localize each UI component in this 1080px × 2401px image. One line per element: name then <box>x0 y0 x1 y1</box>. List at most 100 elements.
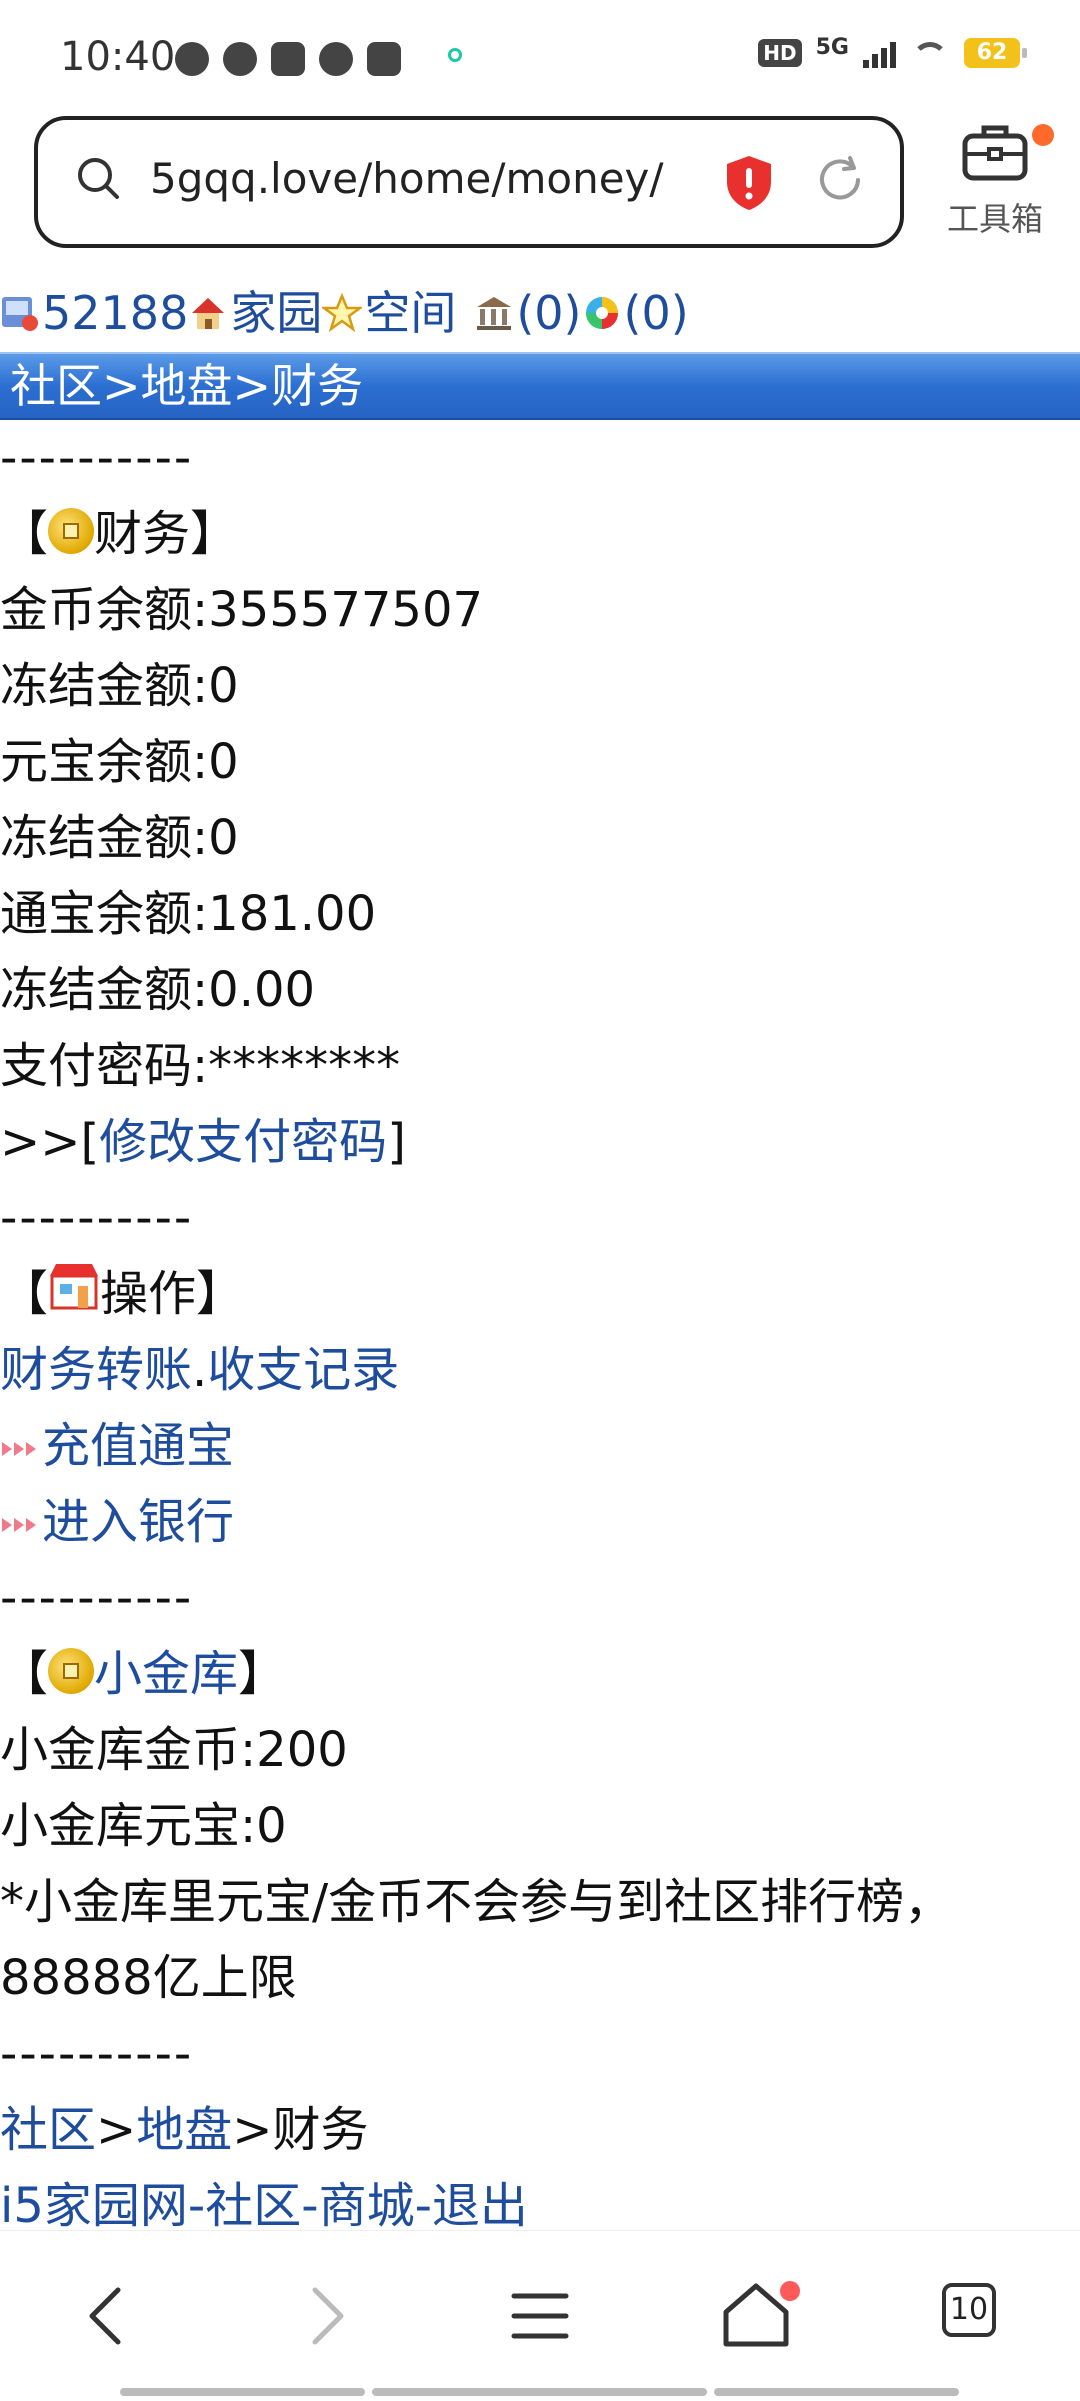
gesture-bar <box>372 2388 707 2396</box>
divider: ---------- <box>0 430 194 486</box>
ingot-balance: 元宝余额:0 <box>0 734 239 790</box>
forward-icon[interactable] <box>285 2276 365 2356</box>
ingot-frozen: 冻结金额:0 <box>0 810 239 866</box>
community-link[interactable]: 社区 <box>205 2178 301 2234</box>
wifi-icon <box>910 38 950 68</box>
refresh-icon[interactable] <box>814 154 866 206</box>
gold-balance: 金币余额:355577507 <box>0 582 484 638</box>
link-sep: - <box>301 2178 319 2234</box>
signal-icon <box>863 38 896 68</box>
change-password-row: >>[修改支付密码] <box>0 1104 1080 1180</box>
triple-arrow-icon <box>2 1442 36 1456</box>
bank-row: 进入银行 <box>0 1484 1080 1560</box>
shop-icon <box>50 1264 99 1310</box>
search-icon <box>78 158 119 199</box>
recharge-link[interactable]: 充值通宝 <box>42 1418 234 1474</box>
back-icon[interactable] <box>68 2276 148 2356</box>
browser-notification-icon <box>448 48 462 62</box>
crumb-community-link[interactable]: 社区 <box>0 2102 96 2158</box>
toolbox-label: 工具箱 <box>946 200 1043 238</box>
change-password-link[interactable]: 修改支付密码 <box>99 1114 387 1170</box>
vault-note: *小金库里元宝/金币不会参与到社区排行榜， <box>0 1874 953 1930</box>
home-icon <box>192 298 225 329</box>
vault-link[interactable]: 小金库 <box>94 1646 238 1702</box>
star-icon <box>322 293 363 333</box>
security-warning-icon[interactable] <box>724 154 774 212</box>
operations-title: 操作 <box>100 1266 197 1322</box>
bracket-close: 】 <box>196 1266 245 1322</box>
records-link[interactable]: 收支记录 <box>207 1342 399 1398</box>
gesture-bar <box>120 2388 365 2396</box>
url-text[interactable]: 5gqq.love/home/money/ <box>150 154 664 203</box>
change-prefix: >>[ <box>0 1114 100 1170</box>
home-badge <box>780 2281 800 2301</box>
site-home-link[interactable]: i5家园网 <box>0 2178 188 2234</box>
divider: ---------- <box>0 1570 194 1626</box>
vault-limit: 88888亿上限 <box>0 1950 297 2006</box>
page-content: 52188 家园 空间 (0) (0) 社区>地盘>财务 ---------- … <box>0 278 1080 2244</box>
crumb-sep: > <box>232 2102 273 2158</box>
user-id-link[interactable]: 52188 <box>42 278 188 348</box>
toolbox-icon <box>962 125 1028 181</box>
recharge-row: 充值通宝 <box>0 1408 1080 1484</box>
gesture-bar <box>714 2388 959 2396</box>
hd-icon: HD <box>758 39 802 67</box>
coin-icon <box>48 508 95 554</box>
tongbao-balance: 通宝余额:181.00 <box>0 886 377 942</box>
battery-icon: 62 <box>964 38 1027 68</box>
finance-heading: 【财务】 <box>0 496 1080 572</box>
network-type: 5G <box>815 34 849 60</box>
bracket-open: 【 <box>0 1646 49 1702</box>
logout-link[interactable]: 退出 <box>432 2178 528 2234</box>
finance-title: 财务 <box>94 506 191 562</box>
home-link[interactable]: 家园 <box>230 278 322 348</box>
crumb-sep: > <box>96 2102 137 2158</box>
bank-count-link[interactable]: (0) <box>516 278 581 348</box>
breadcrumb-bar: 社区>地盘>财务 <box>0 352 1080 420</box>
transfer-row: 财务转账.收支记录 <box>0 1332 1080 1408</box>
message-count-link[interactable]: (0) <box>624 278 689 348</box>
crumb-current: 财务 <box>272 2102 369 2158</box>
vault-ingots: 小金库元宝:0 <box>0 1798 287 1854</box>
operations-heading: 【 操作】 <box>0 1256 1080 1332</box>
bracket-open: 【 <box>0 506 49 562</box>
tabs-button[interactable]: 10 <box>942 2283 996 2337</box>
vault-heading: 【小金库】 <box>0 1636 1080 1712</box>
weibo-icon <box>319 42 353 76</box>
colorwheel-icon <box>585 297 618 329</box>
address-bar[interactable]: 5gqq.love/home/money/ <box>34 116 904 248</box>
gold-frozen: 冻结金额:0 <box>0 658 239 714</box>
menu-icon[interactable] <box>500 2276 580 2356</box>
space-link[interactable]: 空间 <box>364 278 456 348</box>
dot-separator: . <box>192 1342 208 1398</box>
toolbox-badge <box>1032 124 1054 146</box>
footer-breadcrumb: 社区>地盘>财务 <box>0 2092 1080 2168</box>
link-sep: - <box>414 2178 432 2234</box>
link-sep: - <box>187 2178 206 2234</box>
divider: ---------- <box>0 1190 194 1246</box>
gallery-icon <box>271 42 305 76</box>
bank-icon <box>477 297 512 330</box>
bracket-close: 】 <box>190 506 239 562</box>
coin-icon <box>48 1648 95 1694</box>
crumb-territory-link[interactable]: 地盘 <box>136 2102 232 2158</box>
triple-arrow-icon <box>2 1518 36 1532</box>
notification-icons <box>175 42 401 76</box>
vault-coins: 小金库金币:200 <box>0 1722 348 1778</box>
status-bar: 10:40 HD 5G 62 <box>0 0 1080 110</box>
bracket-open: 【 <box>0 1266 49 1322</box>
enter-bank-link[interactable]: 进入银行 <box>42 1494 234 1550</box>
transfer-link[interactable]: 财务转账 <box>0 1342 192 1398</box>
qq-icon <box>223 42 257 76</box>
divider: ---------- <box>0 2026 194 2082</box>
pay-password: 支付密码:******** <box>0 1038 401 1094</box>
browser-bottom-nav: 10 <box>0 2230 1080 2401</box>
tongbao-frozen: 冻结金额:0.00 <box>0 962 316 1018</box>
video-icon <box>367 42 401 76</box>
app-notification-icon <box>175 42 209 76</box>
user-card-icon <box>2 297 38 331</box>
top-nav: 52188 家园 空间 (0) (0) <box>0 278 1080 348</box>
change-suffix: ] <box>387 1114 406 1170</box>
mall-link[interactable]: 商城 <box>319 2178 415 2234</box>
status-time: 10:40 <box>60 34 176 80</box>
